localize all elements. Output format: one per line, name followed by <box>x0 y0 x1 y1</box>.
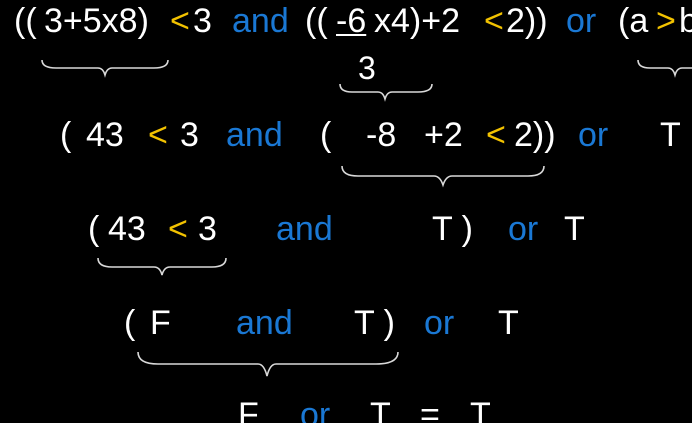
arith-3-plus-5x8: 3+5x8) <box>44 2 149 40</box>
brace-under-43-lt-3 <box>97 257 227 276</box>
less-than-op-2: < <box>486 116 506 154</box>
value-3: 3 <box>198 210 217 248</box>
equals-sign: = <box>420 396 440 423</box>
less-than-op: < <box>170 2 190 40</box>
brace-under-3-plus-5x8 <box>41 59 169 78</box>
value-T: T <box>370 396 391 423</box>
value-T-close: T ) <box>432 210 473 248</box>
and-op: and <box>232 2 289 40</box>
value-T-close: T ) <box>354 304 395 342</box>
open-parens-2: (( <box>305 2 328 40</box>
and-op: and <box>236 304 293 342</box>
value-43: 43 <box>108 210 146 248</box>
brace-under-F-and-T <box>137 351 399 377</box>
open-paren: ( <box>60 116 72 154</box>
brace-under-fraction <box>339 83 433 102</box>
value-43: 43 <box>86 116 124 154</box>
or-op: or <box>578 116 609 154</box>
value-3: 3 <box>180 116 199 154</box>
less-than-op: < <box>168 210 188 248</box>
or-op: or <box>566 2 597 40</box>
open-paren: ( <box>124 304 136 342</box>
times-4-plus-2: x4)+2 <box>374 2 460 40</box>
or-op: or <box>508 210 539 248</box>
brace-under-a-gt-b <box>637 59 692 78</box>
line-final-result: F or T = T <box>0 398 692 423</box>
and-op: and <box>276 210 333 248</box>
open-paren-a: (a <box>618 2 649 40</box>
value-neg8: -8 <box>366 116 397 154</box>
value-F: F <box>238 396 259 423</box>
open-paren-2: ( <box>320 116 332 154</box>
line-step-2: ( 43 < 3 and T ) or T <box>0 212 692 252</box>
variable-b: b <box>679 2 692 40</box>
value-T: T <box>498 304 519 342</box>
line-step-1: ( 43 < 3 and ( -8 +2 < 2)) or T <box>0 118 692 158</box>
line-step-3: ( F and T ) or T <box>0 306 692 346</box>
value-2-close: 2)) <box>514 116 556 154</box>
open-paren: ( <box>88 210 100 248</box>
less-than-op-2: < <box>484 2 504 40</box>
plus-2: +2 <box>424 116 463 154</box>
brace-under-neg8-plus2-lt-2 <box>341 165 545 188</box>
value-2-close: 2)) <box>506 2 548 40</box>
or-op: or <box>300 396 331 423</box>
open-parens: (( <box>14 2 37 40</box>
fraction-denominator-3: 3 <box>358 50 376 86</box>
expression-slide: (( 3+5x8) < 3 and (( -6 x4)+2 < 2)) or (… <box>0 0 692 423</box>
value-F: F <box>150 304 171 342</box>
line-original-expression: (( 3+5x8) < 3 and (( -6 x4)+2 < 2)) or (… <box>0 4 692 44</box>
result-T: T <box>470 396 491 423</box>
fraction-numerator-neg6: -6 <box>336 2 367 40</box>
value-T: T <box>660 116 681 154</box>
less-than-op: < <box>148 116 168 154</box>
and-op: and <box>226 116 283 154</box>
greater-than-op: > <box>656 2 676 40</box>
or-op: or <box>424 304 455 342</box>
value-3: 3 <box>193 2 212 40</box>
value-T: T <box>564 210 585 248</box>
